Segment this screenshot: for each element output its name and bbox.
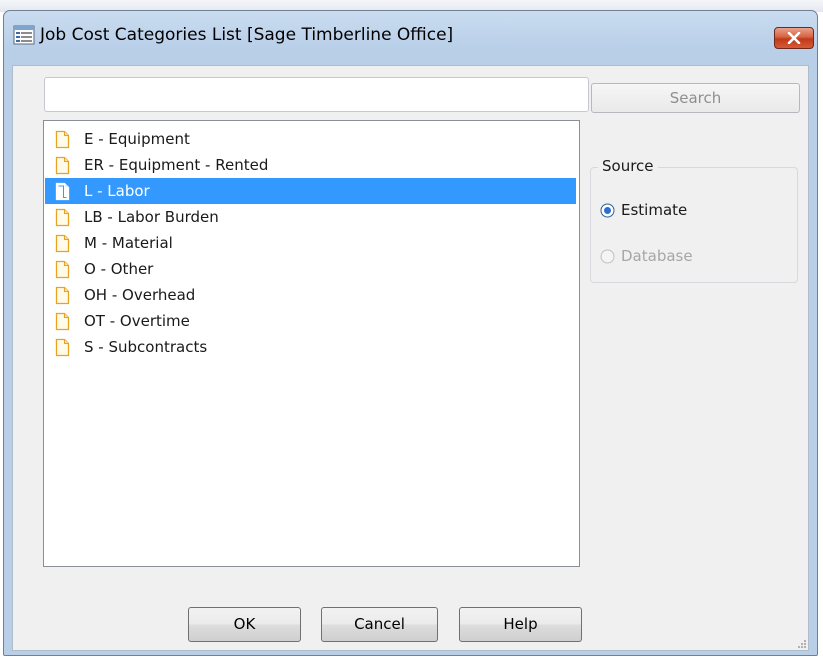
search-button[interactable]: Search bbox=[591, 83, 800, 113]
title-bar[interactable]: Job Cost Categories List [Sage Timberlin… bbox=[4, 11, 817, 65]
document-icon bbox=[55, 182, 70, 200]
list-item[interactable]: S - Subcontracts bbox=[45, 334, 576, 360]
search-input[interactable] bbox=[44, 77, 589, 112]
source-group-label: Source bbox=[598, 157, 658, 175]
resize-grip-icon[interactable] bbox=[797, 639, 807, 649]
list-window-icon bbox=[13, 25, 35, 45]
list-item-label: S - Subcontracts bbox=[84, 338, 208, 356]
list-item-label: OT - Overtime bbox=[84, 312, 190, 330]
list-item-label: LB - Labor Burden bbox=[84, 208, 219, 226]
document-icon bbox=[55, 156, 70, 174]
source-database-radio[interactable]: Database bbox=[600, 247, 693, 265]
list-item[interactable]: OT - Overtime bbox=[45, 308, 576, 334]
source-estimate-label: Estimate bbox=[621, 201, 688, 219]
list-item-label: E - Equipment bbox=[84, 130, 190, 148]
list-item-label: M - Material bbox=[84, 234, 173, 252]
document-icon bbox=[55, 338, 70, 356]
dialog-body: Search E - Equipment ER - Equipment - Re… bbox=[12, 65, 809, 651]
document-icon bbox=[55, 208, 70, 226]
list-item[interactable]: O - Other bbox=[45, 256, 576, 282]
list-item-label: OH - Overhead bbox=[84, 286, 196, 304]
list-item[interactable]: OH - Overhead bbox=[45, 282, 576, 308]
list-item-selected[interactable]: L - Labor bbox=[45, 178, 576, 204]
cancel-button[interactable]: Cancel bbox=[321, 607, 438, 642]
dialog-window: Job Cost Categories List [Sage Timberlin… bbox=[3, 10, 818, 656]
list-item-label: ER - Equipment - Rented bbox=[84, 156, 269, 174]
document-icon bbox=[55, 260, 70, 278]
help-button[interactable]: Help bbox=[459, 607, 582, 642]
list-item[interactable]: ER - Equipment - Rented bbox=[45, 152, 576, 178]
list-item[interactable]: LB - Labor Burden bbox=[45, 204, 576, 230]
source-estimate-radio[interactable]: Estimate bbox=[600, 201, 687, 219]
radio-unchecked-icon bbox=[600, 249, 615, 263]
document-icon bbox=[55, 130, 70, 148]
close-icon bbox=[787, 32, 801, 44]
list-item[interactable]: M - Material bbox=[45, 230, 576, 256]
list-item-label: L - Labor bbox=[84, 182, 150, 200]
document-icon bbox=[55, 234, 70, 252]
window-title: Job Cost Categories List [Sage Timberlin… bbox=[40, 25, 454, 45]
document-icon bbox=[55, 286, 70, 304]
close-button[interactable] bbox=[774, 27, 814, 49]
ok-button[interactable]: OK bbox=[188, 607, 301, 642]
source-database-label: Database bbox=[621, 247, 693, 265]
document-icon bbox=[55, 312, 70, 330]
category-list[interactable]: E - Equipment ER - Equipment - Rented L … bbox=[43, 120, 580, 567]
radio-checked-icon bbox=[600, 203, 615, 217]
list-item[interactable]: E - Equipment bbox=[45, 126, 576, 152]
list-item-label: O - Other bbox=[84, 260, 154, 278]
source-group-box bbox=[590, 167, 798, 283]
